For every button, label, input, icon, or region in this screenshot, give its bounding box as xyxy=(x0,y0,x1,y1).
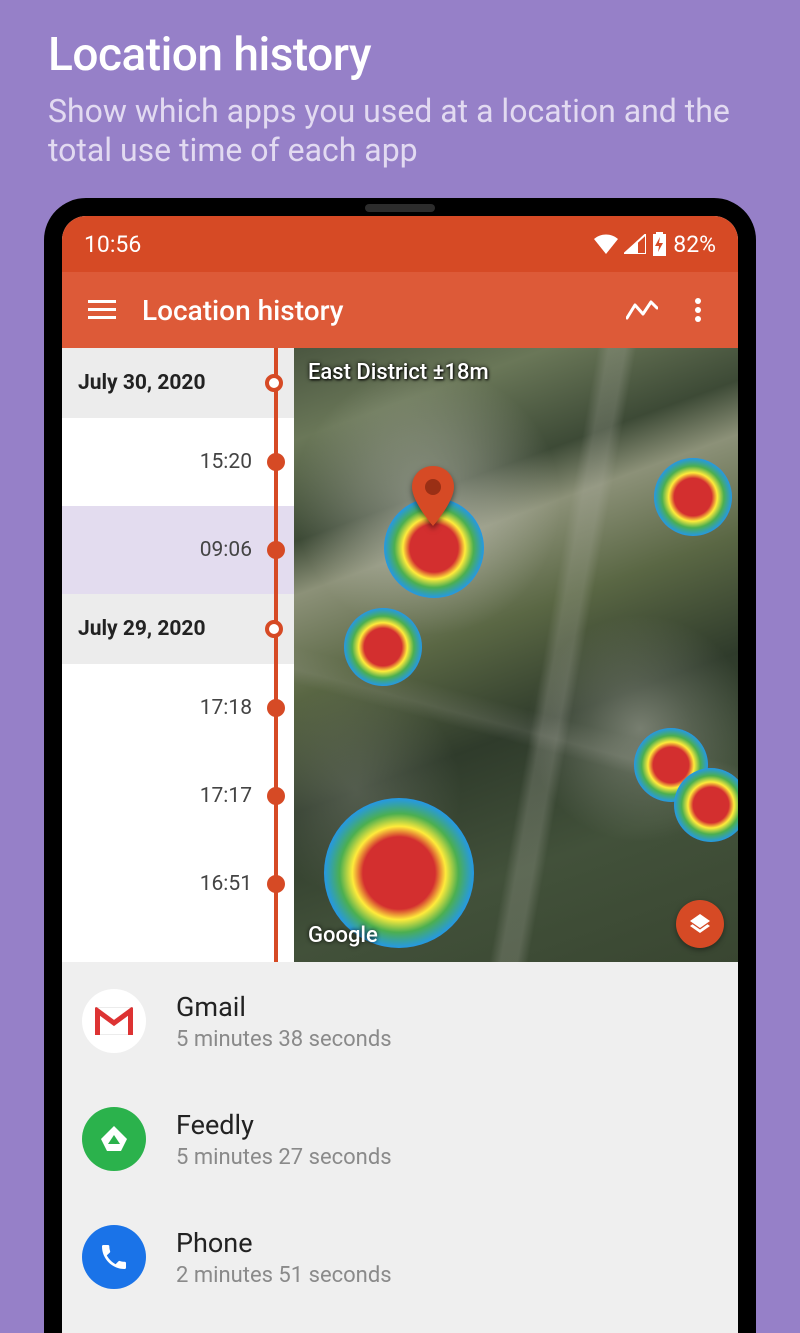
app-bar-title: Location history xyxy=(130,294,614,327)
heatmap-spot xyxy=(674,768,738,842)
status-icons: 82% xyxy=(594,231,716,258)
timeline-entry-selected[interactable]: 09:06 xyxy=(62,506,294,594)
app-usage-item[interactable]: Feedly 5 minutes 27 seconds xyxy=(62,1080,738,1198)
stats-button[interactable] xyxy=(614,282,670,338)
heatmap-spot xyxy=(654,458,732,536)
heatmap-spot xyxy=(344,608,422,686)
timeline-date[interactable]: July 30, 2020 xyxy=(62,348,294,418)
hamburger-icon xyxy=(88,300,116,320)
timeline-dot xyxy=(267,699,285,717)
timeline-label: 16:51 xyxy=(200,872,252,896)
map-attribution: Google xyxy=(308,923,378,948)
app-name: Gmail xyxy=(176,991,392,1023)
signal-icon xyxy=(624,234,646,254)
timeline-dot xyxy=(267,875,285,893)
timeline-entry[interactable]: 16:51 xyxy=(62,840,294,928)
timeline-entry[interactable]: 17:17 xyxy=(62,752,294,840)
phone-icon xyxy=(82,1225,146,1289)
more-vert-icon xyxy=(695,298,701,322)
battery-icon xyxy=(652,232,667,256)
timeline-label: 17:18 xyxy=(200,696,252,720)
map-view[interactable]: East District ±18m Google xyxy=(294,348,738,962)
app-usage-item[interactable]: Gmail 5 minutes 38 seconds xyxy=(62,962,738,1080)
timeline-date[interactable]: July 29, 2020 xyxy=(62,594,294,664)
app-bar: Location history xyxy=(62,272,738,348)
timeline-label: July 30, 2020 xyxy=(78,371,206,395)
map-pin[interactable] xyxy=(412,466,454,526)
timeline-label: 09:06 xyxy=(200,538,252,562)
status-bar: 10:56 82% xyxy=(62,216,738,272)
timeline-label: 17:17 xyxy=(200,784,252,808)
screen: 10:56 82% Location history xyxy=(62,216,738,1333)
timeline-panel[interactable]: July 30, 2020 15:20 09:06 July 29, 2020 xyxy=(62,348,294,962)
timeline-label: 15:20 xyxy=(200,450,252,474)
chart-line-icon xyxy=(626,300,658,320)
app-usage-item[interactable]: Phone 2 minutes 51 seconds xyxy=(62,1198,738,1316)
timeline-line xyxy=(274,348,278,962)
timeline-dot xyxy=(267,453,285,471)
app-duration: 2 minutes 51 seconds xyxy=(176,1263,392,1288)
app-name: Feedly xyxy=(176,1109,392,1141)
promo-title: Location history xyxy=(0,0,800,88)
wifi-icon xyxy=(594,234,618,254)
timeline-label: July 29, 2020 xyxy=(78,617,206,641)
timeline-dot-open xyxy=(265,374,283,392)
layers-icon xyxy=(688,912,712,936)
timeline-entry[interactable]: 15:20 xyxy=(62,418,294,506)
map-location-label: East District ±18m xyxy=(308,360,489,385)
battery-percent: 82% xyxy=(673,231,716,258)
app-duration: 5 minutes 27 seconds xyxy=(176,1145,392,1170)
gmail-icon xyxy=(82,989,146,1053)
timeline-dot-open xyxy=(265,620,283,638)
app-duration: 5 minutes 38 seconds xyxy=(176,1027,392,1052)
device-frame: 10:56 82% Location history xyxy=(44,198,756,1333)
map-layers-button[interactable] xyxy=(676,900,724,948)
feedly-icon xyxy=(82,1107,146,1171)
menu-button[interactable] xyxy=(74,282,130,338)
timeline-dot xyxy=(267,787,285,805)
timeline-entry[interactable]: 17:18 xyxy=(62,664,294,752)
status-time: 10:56 xyxy=(84,231,141,258)
earpiece xyxy=(365,204,435,212)
timeline-dot xyxy=(267,541,285,559)
app-name: Phone xyxy=(176,1227,392,1259)
app-usage-list: Gmail 5 minutes 38 seconds Feedly 5 minu… xyxy=(62,962,738,1333)
promo-subtitle: Show which apps you used at a location a… xyxy=(0,88,800,170)
overflow-button[interactable] xyxy=(670,282,726,338)
